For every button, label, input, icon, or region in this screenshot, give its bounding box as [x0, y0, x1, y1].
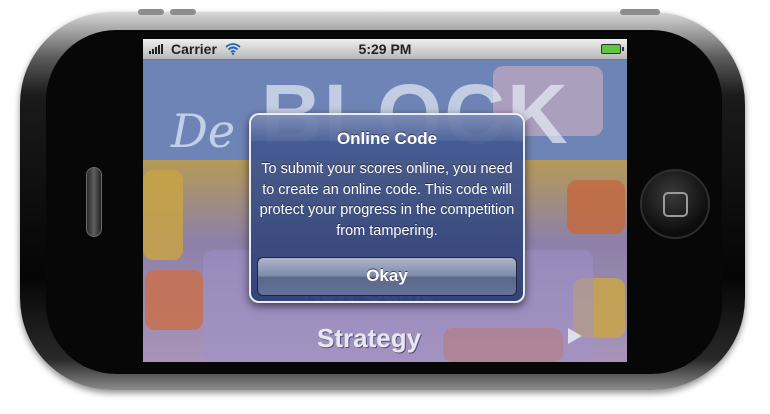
decor-block [143, 170, 183, 260]
home-button[interactable] [640, 169, 710, 239]
alert-message: To submit your scores online, you need t… [259, 161, 515, 239]
volume-button [170, 9, 196, 15]
earpiece-speaker [86, 167, 102, 237]
sleep-button [620, 9, 660, 15]
okay-button[interactable]: Okay [257, 257, 517, 296]
decor-block [145, 270, 203, 330]
decor-block [567, 180, 625, 234]
alert-title: Online Code [336, 129, 438, 148]
app-screen: Carrier 5:29 PM De BLOCK New Game Strate… [143, 39, 627, 362]
play-arrow-icon[interactable] [568, 328, 582, 344]
online-code-alert: Online Code To submit your scores online… [249, 113, 525, 303]
menu-strategy-button[interactable]: Strategy [317, 323, 421, 354]
status-time: 5:29 PM [358, 41, 412, 57]
home-square-icon [663, 192, 688, 217]
battery-icon [601, 44, 624, 54]
status-bar: Carrier 5:29 PM [143, 39, 627, 60]
volume-button [138, 9, 164, 15]
game-logo-script: De [171, 104, 236, 158]
